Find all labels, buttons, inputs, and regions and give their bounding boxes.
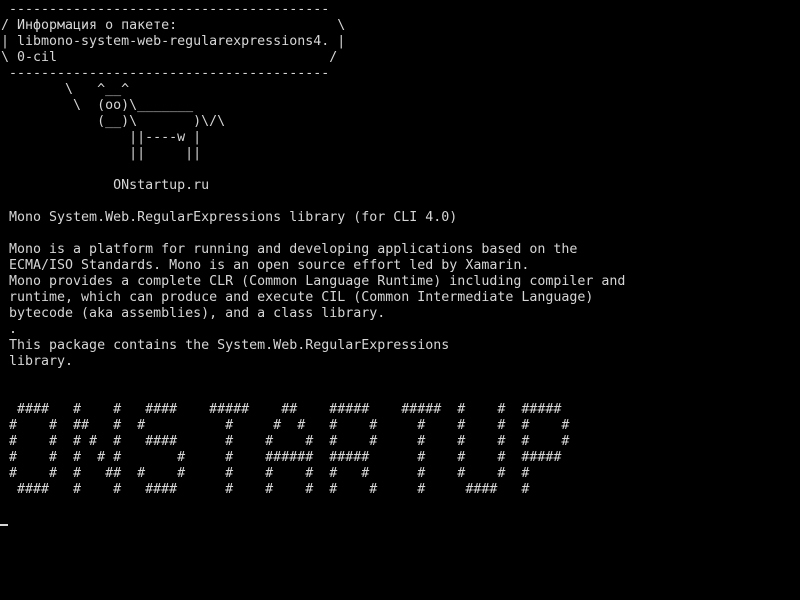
terminal-screen[interactable]: ----------------------------------------… xyxy=(0,0,800,600)
ascii-banner-line-1: #### # # #### ##### ## ##### ##### # # #… xyxy=(1,402,562,417)
description-line-3: Mono provides a complete CLR (Common Lan… xyxy=(1,274,626,289)
banner-header-line: / Информация о пакете: \ xyxy=(1,18,346,33)
ascii-cow-line-1: \ ^__^ xyxy=(1,82,130,97)
site-label: ONstartup.ru xyxy=(1,178,210,193)
ascii-banner-line-3: # # # # # #### # # # # # # # # # # xyxy=(1,434,570,449)
package-title: Mono System.Web.RegularExpressions libra… xyxy=(1,210,458,225)
banner-bottom-border: ---------------------------------------- xyxy=(1,66,330,81)
ascii-banner-line-6: #### # # #### # # # # # # #### # xyxy=(1,482,530,497)
description-line-4: runtime, which can produce and execute C… xyxy=(1,290,594,305)
ascii-cow-line-2: \ (oo)\_______ xyxy=(1,98,194,113)
ascii-cow-line-4: ||----w | xyxy=(1,130,202,145)
banner-version-line: \ 0-cil / xyxy=(1,50,338,65)
description-line-5: bytecode (aka assemblies), and a class l… xyxy=(1,306,386,321)
description-line-6: This package contains the System.Web.Reg… xyxy=(1,338,450,353)
ascii-banner-line-4: # # # # # # # ###### ##### # # # ##### xyxy=(1,450,562,465)
description-separator: . xyxy=(1,322,18,337)
banner-package-line: | libmono-system-web-regularexpressions4… xyxy=(1,34,346,49)
banner-top-border: ---------------------------------------- xyxy=(1,2,330,17)
text-cursor xyxy=(0,524,8,526)
ascii-cow-line-5: || || xyxy=(1,146,202,161)
description-line-1: Mono is a platform for running and devel… xyxy=(1,242,578,257)
description-line-7: library. xyxy=(1,354,74,369)
ascii-banner-line-5: # # # ## # # # # # # # # # # # xyxy=(1,466,530,481)
ascii-banner-line-2: # # ## # # # # # # # # # # # # xyxy=(1,418,570,433)
ascii-cow-line-3: (__)\ )\/\ xyxy=(1,114,226,129)
description-line-2: ECMA/ISO Standards. Mono is an open sour… xyxy=(1,258,530,273)
